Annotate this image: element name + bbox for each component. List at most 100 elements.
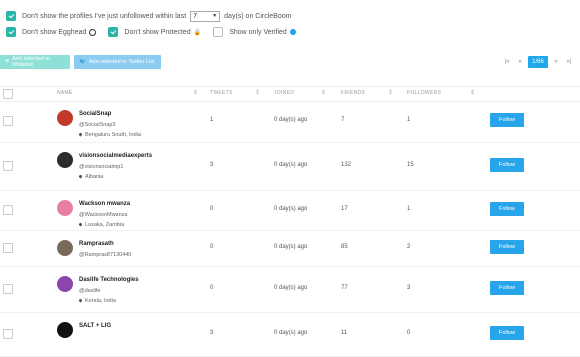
tweets-count: 3 (210, 162, 214, 168)
table-row: SALT + LIG 3 0 day(s) ago 11 0 Follow (0, 312, 580, 357)
friends-count: 17 (341, 206, 348, 212)
user-handle[interactable]: @WacksonMwanza (79, 212, 127, 218)
header-friends[interactable]: FRIENDS (341, 90, 365, 96)
followers-count: 3 (407, 285, 411, 291)
lock-icon: 🔒 (193, 29, 202, 36)
friends-count: 7 (341, 117, 345, 123)
egghead-checkbox[interactable] (6, 27, 16, 37)
unfollowed-days-value: 7 (193, 12, 198, 20)
user-location: Lusaka, Zambia (78, 222, 124, 228)
unfollowed-days-select[interactable]: 7 ▼ (190, 10, 221, 22)
joined-value: 0 day(s) ago (274, 330, 308, 336)
user-handle[interactable]: @Rampras87130440 (79, 252, 131, 258)
tweets-count: 0 (210, 244, 214, 250)
shield-icon: ⛨ (5, 58, 10, 65)
location-pin-icon (78, 222, 83, 227)
avatar[interactable] (57, 322, 73, 338)
user-location: Kerala, India (78, 298, 116, 304)
followers-count: 1 (407, 117, 411, 123)
table-row: Wackson mwanza @WacksonMwanza Lusaka, Zamb… (0, 190, 580, 231)
tweets-count: 0 (210, 206, 214, 212)
user-handle[interactable]: @SocialSnap3 (79, 122, 115, 128)
sort-icon[interactable]: ⇕ (321, 89, 326, 96)
friends-count: 11 (341, 330, 348, 336)
followers-count: 0 (407, 330, 411, 336)
follow-button[interactable]: Follow (490, 158, 524, 172)
table-row: Daslife Technologies @daslife Kerala, Indi… (0, 266, 580, 313)
follow-button[interactable]: Follow (490, 281, 524, 295)
friends-count: 132 (341, 162, 352, 168)
verified-label: Show only Verified (229, 28, 287, 36)
sort-icon[interactable]: ⇕ (193, 89, 198, 96)
user-name[interactable]: Ramprasath (79, 241, 114, 247)
chevron-down-icon: ▼ (212, 13, 218, 19)
row-checkbox[interactable] (3, 161, 13, 171)
follow-button[interactable]: Follow (490, 240, 524, 254)
row-checkbox[interactable] (3, 116, 13, 126)
add-to-whitelist-button[interactable]: ⛨ Add selected to Whitelist (0, 55, 70, 69)
followers-count: 15 (407, 162, 414, 168)
unfollowed-prefix-label: Don't show the profiles I've just unfoll… (22, 12, 187, 20)
current-page[interactable]: 1/66 (528, 56, 548, 68)
location-pin-icon (78, 174, 83, 179)
joined-value: 0 day(s) ago (274, 117, 308, 123)
joined-value: 0 day(s) ago (274, 285, 308, 291)
add-to-twitter-list-button[interactable]: 🐦 Add selected to Twitter List (74, 55, 161, 69)
table-row: visionsocialmediaexperts @visionsocialmp1… (0, 142, 580, 191)
avatar[interactable] (57, 240, 73, 256)
user-name[interactable]: SocialSnap (79, 111, 111, 117)
joined-value: 0 day(s) ago (274, 206, 308, 212)
protected-checkbox[interactable] (108, 27, 119, 37)
location-pin-icon (78, 132, 83, 137)
user-name[interactable]: Wackson mwanza (79, 201, 130, 207)
avatar[interactable] (57, 200, 73, 216)
verified-icon (289, 29, 296, 35)
location-pin-icon (78, 298, 83, 303)
follow-button[interactable]: Follow (490, 202, 524, 216)
last-page-button[interactable]: »| (564, 56, 574, 68)
verified-checkbox[interactable] (213, 27, 224, 37)
next-page-button[interactable]: » (551, 56, 561, 68)
prev-page-button[interactable]: « (515, 56, 525, 68)
user-handle[interactable]: @visionsocialmp1 (79, 164, 123, 170)
followers-count: 1 (407, 206, 411, 212)
sort-icon[interactable]: ⇕ (388, 89, 393, 96)
user-name[interactable]: visionsocialmediaexperts (79, 153, 152, 159)
filter-row-options: Don't show Egghead Don't show Protected … (6, 25, 296, 39)
friends-count: 85 (341, 244, 348, 250)
tweets-count: 0 (210, 285, 214, 291)
unfollowed-checkbox[interactable] (6, 11, 16, 21)
avatar[interactable] (57, 152, 73, 168)
joined-value: 0 day(s) ago (274, 244, 308, 250)
unfollowed-suffix-label: day(s) on CircleBoom (224, 12, 292, 20)
table-row: Ramprasath @Rampras87130440 0 0 day(s) ago 8… (0, 230, 580, 267)
header-joined[interactable]: JOINED (274, 90, 294, 96)
avatar[interactable] (57, 276, 73, 292)
header-tweets[interactable]: TWEETS (210, 90, 233, 96)
header-followers[interactable]: FOLLOWERS (407, 90, 441, 96)
filter-row-unfollowed: Don't show the profiles I've just unfoll… (6, 9, 296, 23)
user-location: Bengaluru South, India (78, 132, 141, 138)
follow-button[interactable]: Follow (490, 113, 524, 127)
user-handle[interactable]: @daslife (79, 288, 100, 294)
user-name[interactable]: Daslife Technologies (79, 277, 139, 283)
first-page-button[interactable]: |« (502, 56, 512, 68)
egghead-label: Don't show Egghead (22, 28, 87, 36)
sort-icon[interactable]: ⇕ (255, 89, 260, 96)
avatar[interactable] (57, 110, 73, 126)
tweets-count: 1 (210, 117, 214, 123)
row-checkbox[interactable] (3, 205, 13, 215)
row-checkbox[interactable] (3, 329, 13, 339)
egghead-icon (89, 28, 97, 36)
sort-icon[interactable]: ⇕ (470, 89, 475, 96)
header-name[interactable]: NAME (57, 90, 73, 96)
row-checkbox[interactable] (3, 243, 13, 253)
pagination: |« « 1/66 » »| (502, 56, 574, 68)
followers-count: 2 (407, 244, 411, 250)
follow-button[interactable]: Follow (490, 326, 524, 340)
friends-count: 77 (341, 285, 348, 291)
select-all-checkbox[interactable] (3, 89, 13, 99)
row-checkbox[interactable] (3, 284, 13, 294)
user-name[interactable]: SALT + LIG (79, 323, 111, 329)
filters-panel: Don't show the profiles I've just unfoll… (6, 9, 296, 41)
